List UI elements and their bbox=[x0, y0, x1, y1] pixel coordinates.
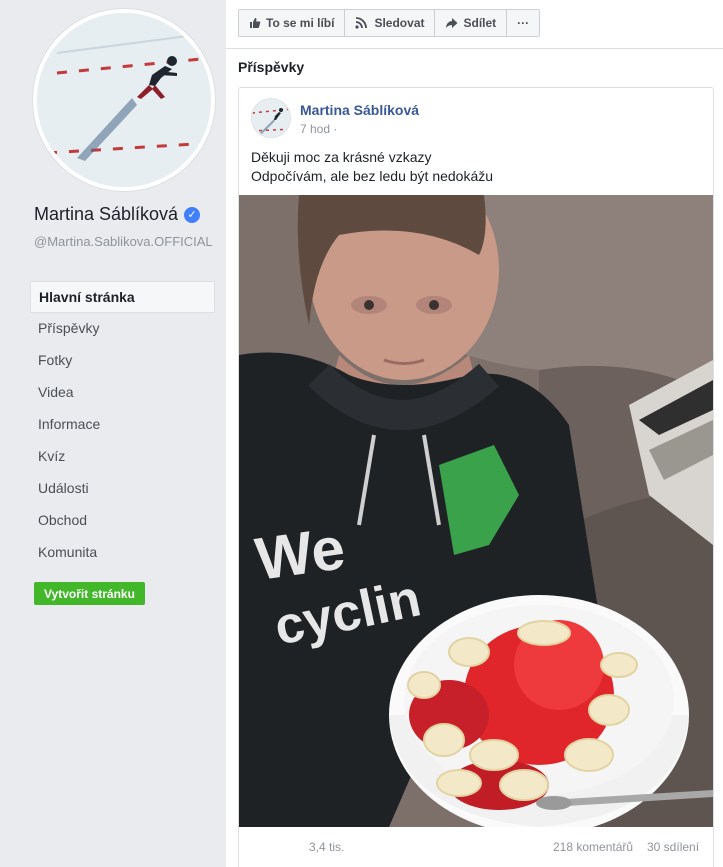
section-title: Příspěvky bbox=[238, 59, 305, 75]
nav-item-home[interactable]: Hlavní stránka bbox=[30, 281, 215, 313]
comments-count[interactable]: 218 komentářů bbox=[553, 840, 633, 854]
post-text-line: Odpočívám, ale bez ledu být nedokážu bbox=[251, 168, 494, 184]
post-author-link[interactable]: Martina Sáblíková bbox=[300, 102, 419, 118]
nav-item-about[interactable]: Informace bbox=[30, 409, 215, 441]
like-button-label: To se mi líbí bbox=[266, 16, 335, 30]
thumbs-up-icon bbox=[250, 18, 261, 28]
post-text-line: Děkuji moc za krásné vzkazy bbox=[251, 149, 432, 165]
nav-item-quiz[interactable]: Kvíz bbox=[30, 441, 215, 473]
nav-item-photos[interactable]: Fotky bbox=[30, 345, 215, 377]
post-author-avatar[interactable] bbox=[251, 98, 291, 138]
main-column: To se mi líbí Sledovat Sdílet ··· Příspě… bbox=[226, 0, 723, 867]
follow-button[interactable]: Sledovat bbox=[345, 10, 436, 36]
nav-item-posts[interactable]: Příspěvky bbox=[30, 313, 215, 345]
share-button-label: Sdílet bbox=[463, 16, 497, 30]
page-name-text: Martina Sáblíková bbox=[34, 204, 179, 224]
follow-button-label: Sledovat bbox=[374, 16, 425, 30]
post-photo[interactable]: We cyclin bbox=[239, 195, 713, 827]
header-divider bbox=[226, 48, 723, 49]
post-text: Děkuji moc za krásné vzkazy Odpočívám, a… bbox=[251, 148, 493, 186]
post-card: Martina Sáblíková 7 hod · Děkuji moc za … bbox=[238, 87, 714, 867]
page-name[interactable]: Martina Sáblíková ✓ bbox=[34, 204, 201, 225]
nav-item-community[interactable]: Komunita bbox=[30, 537, 215, 569]
post-stats: 3,4 tis. 218 komentářů 30 sdílení bbox=[239, 836, 713, 860]
nav-item-events[interactable]: Události bbox=[30, 473, 215, 505]
share-button[interactable]: Sdílet bbox=[435, 10, 508, 36]
page-handle: @Martina.Sablikova.OFFICIAL bbox=[34, 234, 213, 249]
like-button[interactable]: To se mi líbí bbox=[239, 10, 346, 36]
speed-skater-photo bbox=[37, 13, 211, 187]
svg-text:We: We bbox=[251, 514, 348, 593]
selfie-with-sorbet-photo: We cyclin bbox=[239, 195, 713, 827]
rss-icon bbox=[355, 17, 368, 29]
post-timestamp[interactable]: 7 hod · bbox=[300, 122, 337, 136]
speed-skater-thumbnail bbox=[252, 99, 290, 137]
nav-item-videos[interactable]: Videa bbox=[30, 377, 215, 409]
reactions-count[interactable]: 3,4 tis. bbox=[309, 840, 344, 854]
more-button[interactable]: ··· bbox=[507, 10, 539, 36]
share-arrow-icon bbox=[446, 18, 458, 28]
page-nav: Hlavní stránka Příspěvky Fotky Videa Inf… bbox=[30, 281, 215, 569]
verified-badge-icon: ✓ bbox=[184, 206, 201, 223]
profile-avatar[interactable] bbox=[33, 9, 215, 191]
more-options-icon: ··· bbox=[517, 16, 530, 30]
create-page-button[interactable]: Vytvořit stránku bbox=[34, 582, 145, 605]
left-column: Martina Sáblíková ✓ @Martina.Sablikova.O… bbox=[0, 0, 226, 867]
shares-count[interactable]: 30 sdílení bbox=[647, 840, 699, 854]
nav-item-shop[interactable]: Obchod bbox=[30, 505, 215, 537]
page-actions-bar: To se mi líbí Sledovat Sdílet ··· bbox=[238, 9, 541, 37]
